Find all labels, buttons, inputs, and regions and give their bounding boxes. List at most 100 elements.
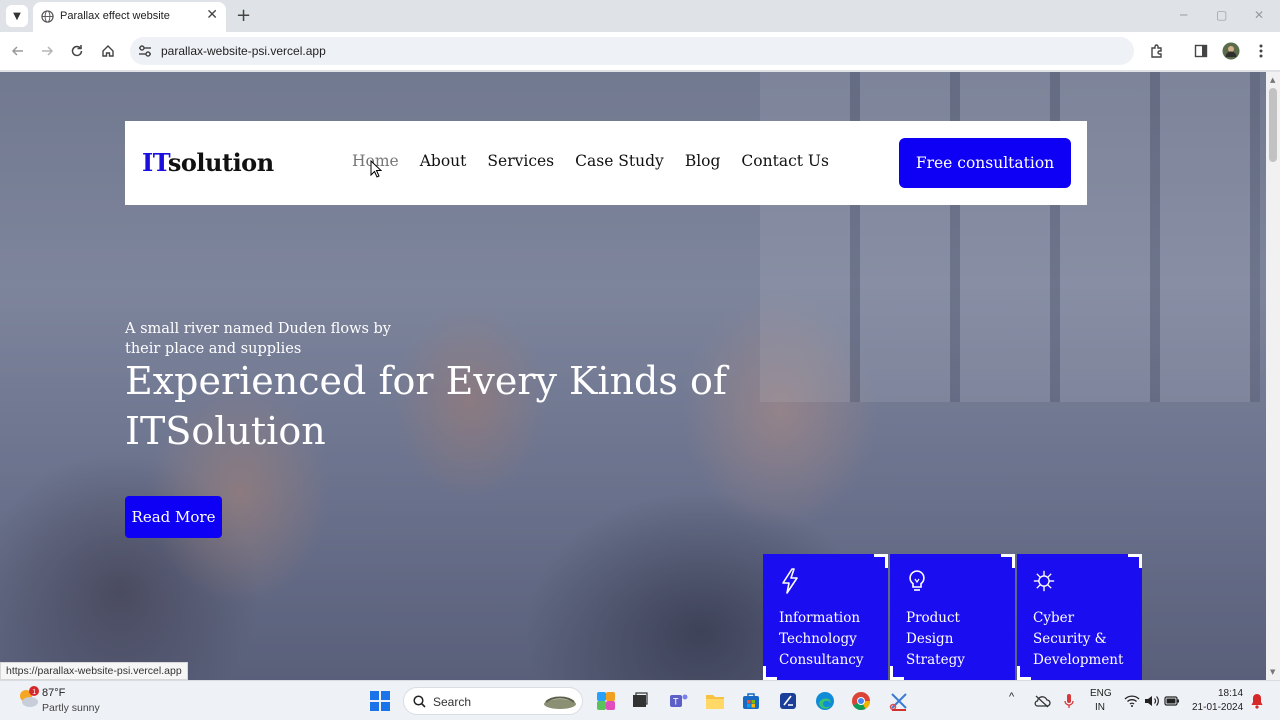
nav-link-blog[interactable]: Blog	[685, 152, 721, 170]
side-panel-button[interactable]	[1191, 41, 1211, 61]
service-card-cyber-security[interactable]: Cyber Security & Development	[1017, 554, 1142, 680]
search-label: Search	[433, 695, 472, 709]
home-icon	[102, 45, 114, 57]
virus-icon	[1033, 570, 1055, 592]
microphone-tray[interactable]	[1058, 690, 1080, 712]
clock-date[interactable]: 21-01-2024	[1192, 702, 1243, 713]
service-cards: Information Technology Consultancy Produ…	[763, 554, 1142, 680]
teams-icon: T	[670, 694, 688, 707]
browser-toolbar: parallax-website-psi.vercel.app	[0, 32, 1280, 71]
snipping-tool-icon	[889, 693, 907, 711]
service-card-title: Product Design Strategy	[906, 610, 965, 668]
nav-link-contact-us[interactable]: Contact Us	[741, 152, 829, 170]
snipping-tool-app[interactable]	[888, 690, 910, 712]
chrome-icon	[852, 692, 870, 711]
page-scrollbar[interactable]: ▲ ▼	[1266, 72, 1280, 680]
nav-link-about[interactable]: About	[420, 152, 467, 170]
site-logo[interactable]: ITsolution	[142, 148, 274, 177]
browser-tab-bar: ▼ Parallax effect website ✕ + ─ ▢ ✕	[0, 0, 1280, 32]
site-settings-icon[interactable]	[138, 44, 152, 58]
notifications-button[interactable]	[1246, 690, 1268, 712]
address-bar[interactable]: parallax-website-psi.vercel.app	[130, 37, 1134, 65]
lightbulb-icon	[909, 570, 925, 591]
scroll-up-arrow-icon[interactable]: ▲	[1270, 76, 1275, 84]
language-indicator[interactable]: ENG	[1090, 688, 1112, 699]
side-panel-icon	[1194, 44, 1208, 58]
profile-avatar[interactable]	[1221, 41, 1241, 61]
start-button[interactable]	[369, 690, 391, 712]
service-card-product-design[interactable]: Product Design Strategy	[890, 554, 1015, 680]
weather-condition: Partly sunny	[42, 702, 100, 714]
nav-link-case-study[interactable]: Case Study	[575, 152, 664, 170]
close-tab-icon[interactable]: ✕	[206, 7, 218, 23]
battery-tray[interactable]	[1161, 690, 1183, 712]
tray-overflow-chevron-icon[interactable]: ^	[1009, 691, 1014, 703]
wifi-icon	[1124, 695, 1140, 707]
weather-temperature: 87°F	[42, 687, 66, 699]
file-explorer-app[interactable]	[704, 690, 726, 712]
taskbar-search[interactable]: Search	[403, 687, 583, 715]
new-tab-icon[interactable]: +	[236, 5, 251, 26]
task-view-app[interactable]	[629, 690, 651, 712]
card-corner	[1001, 554, 1015, 568]
search-icon	[413, 695, 426, 708]
task-view-icon	[633, 692, 648, 707]
service-card-title: Information Technology Consultancy	[779, 610, 864, 668]
chrome-app[interactable]	[850, 690, 872, 712]
reload-button[interactable]	[67, 41, 87, 61]
arrow-right-icon	[42, 46, 54, 56]
site-navbar: ITsolution Home About Services Case Stud…	[125, 121, 1087, 205]
card-corner	[890, 666, 904, 680]
teams-app[interactable]: T	[668, 690, 690, 712]
card-corner	[763, 666, 777, 680]
tab-search-dropdown[interactable]: ▼	[6, 5, 28, 27]
card-corner	[1017, 666, 1031, 680]
browser-tab[interactable]: Parallax effect website ✕	[33, 2, 226, 32]
clock-time[interactable]: 18:14	[1218, 688, 1243, 699]
url-text[interactable]: parallax-website-psi.vercel.app	[161, 44, 326, 58]
store-app[interactable]	[740, 690, 762, 712]
extensions-button[interactable]	[1147, 41, 1167, 61]
windows-logo-icon	[370, 691, 390, 711]
copilot-app[interactable]	[595, 690, 617, 712]
notification-bell-icon	[1251, 694, 1263, 709]
free-consultation-button[interactable]: Free consultation	[899, 138, 1071, 188]
svg-text:T: T	[673, 697, 679, 707]
home-button[interactable]	[98, 41, 118, 61]
read-more-button[interactable]: Read More	[125, 496, 222, 538]
weather-widget[interactable]: 1 87°F Partly sunny	[16, 686, 100, 714]
microphone-icon	[1064, 694, 1074, 708]
wifi-tray[interactable]	[1121, 690, 1143, 712]
maximize-icon[interactable]: ▢	[1216, 8, 1227, 22]
minimize-icon[interactable]: ─	[1180, 8, 1187, 22]
card-corner	[874, 554, 888, 568]
battery-icon	[1164, 696, 1179, 706]
back-button[interactable]	[8, 41, 28, 61]
region-indicator: IN	[1095, 702, 1105, 713]
scroll-down-arrow-icon[interactable]: ▼	[1270, 668, 1275, 676]
hero-subtitle: A small river named Duden flows by their…	[125, 321, 391, 357]
mouse-cursor-icon	[370, 160, 382, 178]
close-window-icon[interactable]: ✕	[1254, 8, 1264, 22]
chevron-down-icon: ▼	[13, 10, 21, 22]
search-highlight-icon	[544, 696, 576, 709]
link-status-bubble: https://parallax-website-psi.vercel.app	[0, 662, 188, 680]
onedrive-tray[interactable]	[1031, 690, 1053, 712]
edge-app[interactable]	[814, 690, 836, 712]
forward-button[interactable]	[37, 41, 57, 61]
service-card-it-consultancy[interactable]: Information Technology Consultancy	[763, 554, 888, 680]
editor-app[interactable]	[777, 690, 799, 712]
volume-tray[interactable]	[1141, 690, 1163, 712]
browser-menu-button[interactable]	[1251, 41, 1271, 61]
weather-badge: 1	[32, 689, 36, 696]
avatar-icon	[1222, 42, 1240, 60]
scrollbar-thumb[interactable]	[1269, 88, 1277, 162]
edge-icon	[816, 692, 834, 710]
speaker-icon	[1145, 696, 1159, 706]
folder-icon	[706, 695, 724, 709]
windows-taskbar: 1 87°F Partly sunny Search T ^ ENG IN 18…	[0, 680, 1280, 720]
editor-icon	[780, 693, 796, 709]
nav-link-services[interactable]: Services	[487, 152, 554, 170]
reload-icon	[71, 45, 83, 57]
nav-menu: Home About Services Case Study Blog Cont…	[352, 152, 829, 170]
